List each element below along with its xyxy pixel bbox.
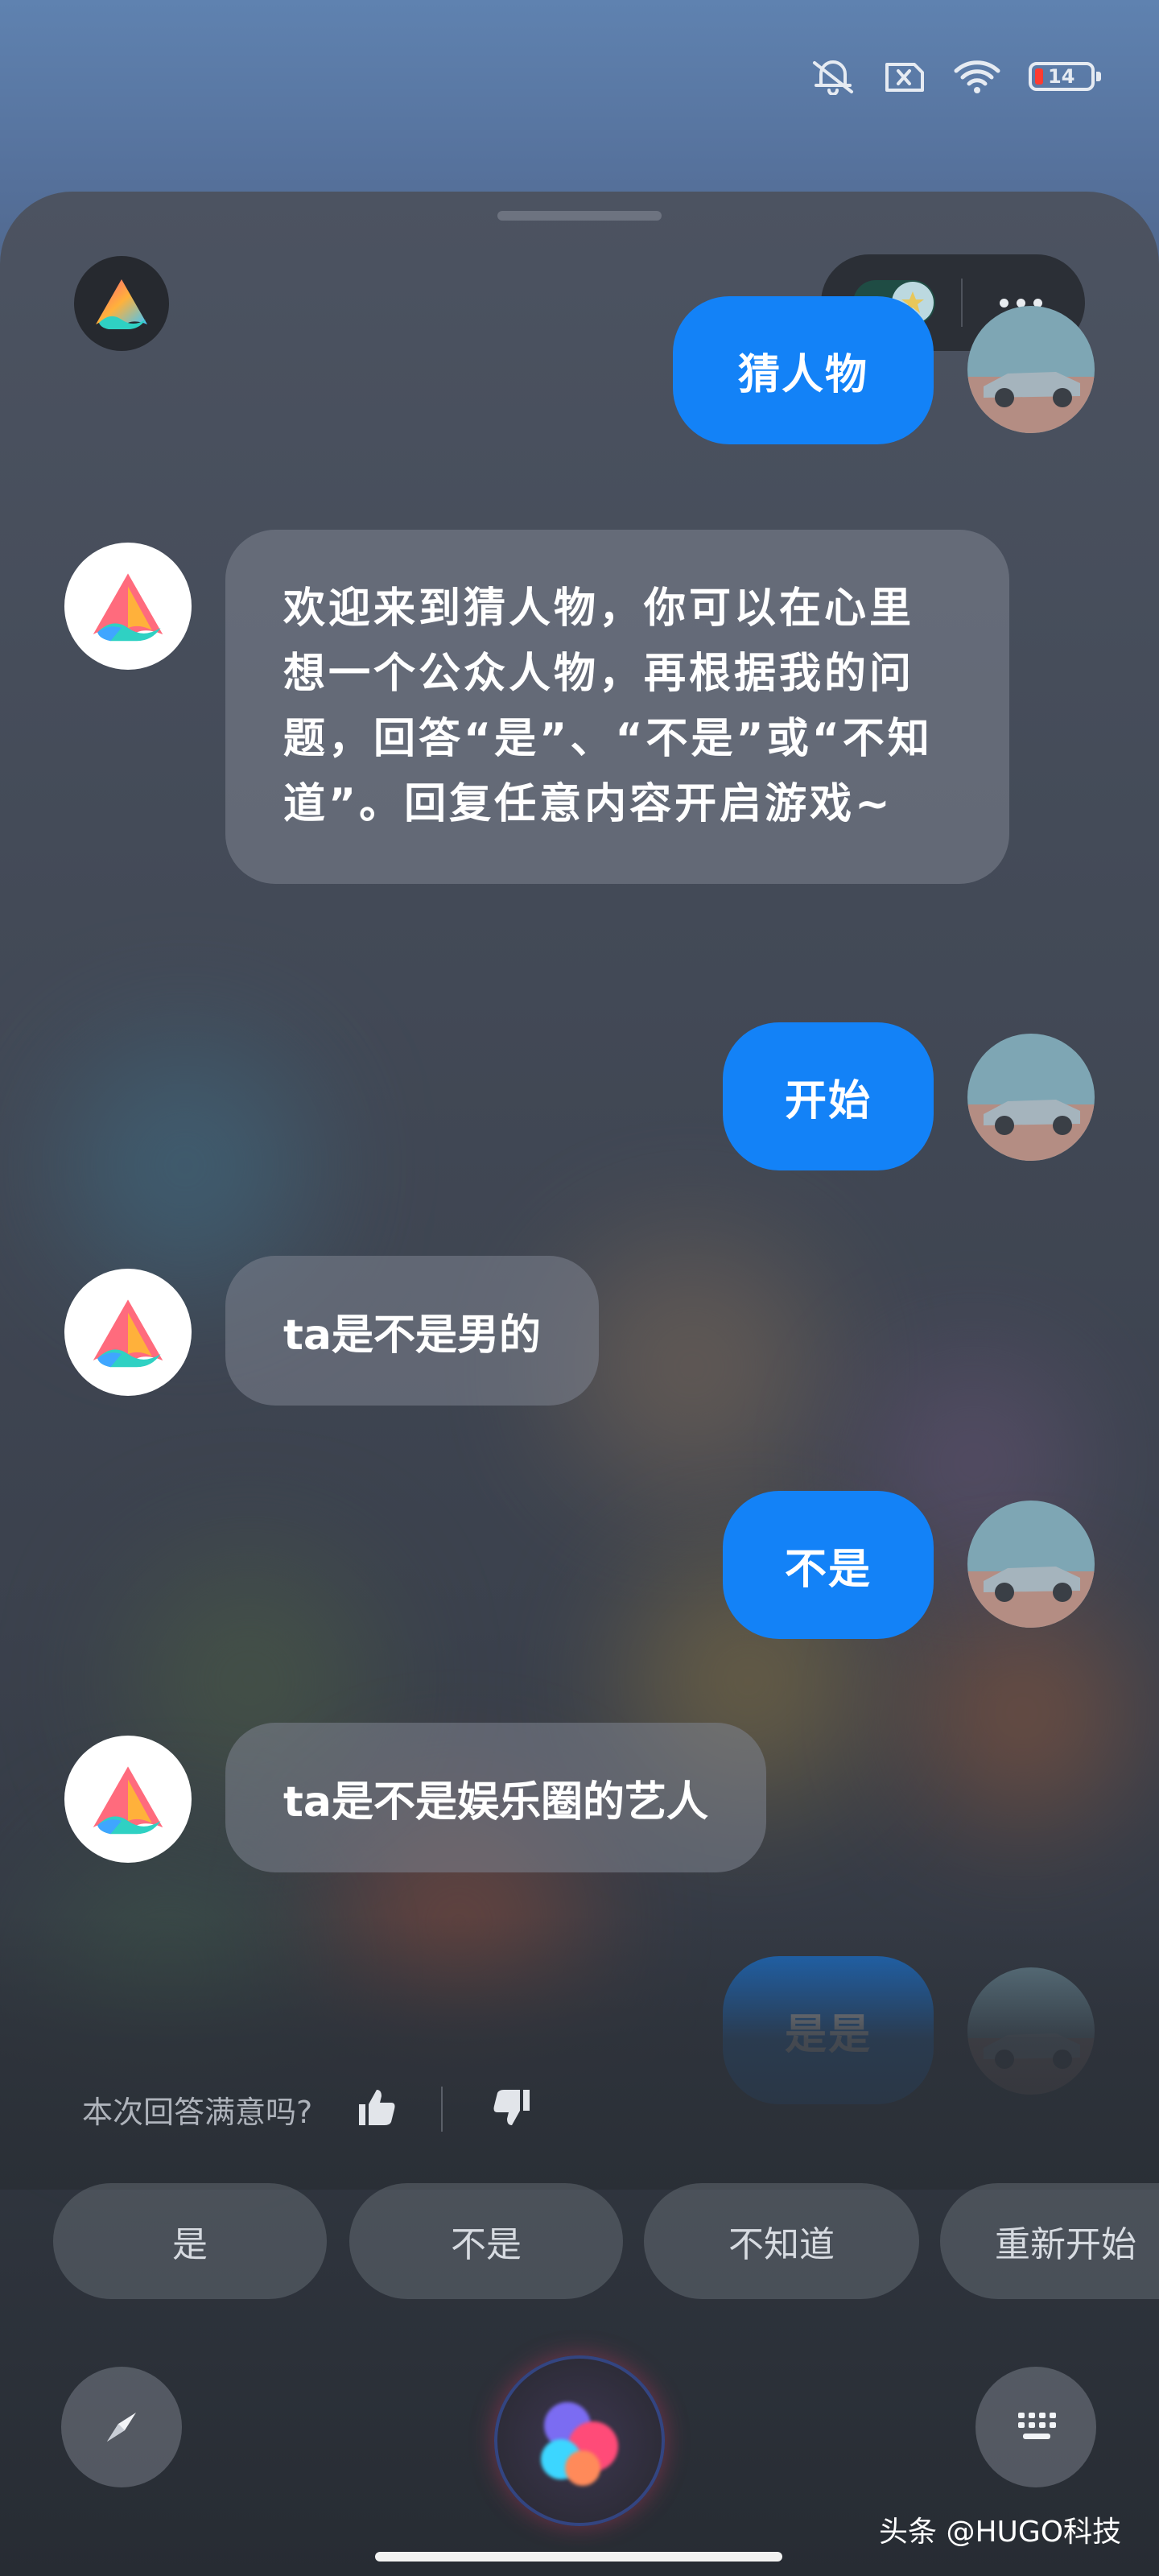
assistant-avatar <box>64 543 192 670</box>
quick-reply-yes[interactable]: 是 <box>53 2183 327 2299</box>
keyboard-icon <box>1018 2413 1056 2439</box>
quick-reply-restart-label: 重新开始 <box>995 2224 1136 2265</box>
battery-nub <box>1096 72 1101 81</box>
app-logo[interactable] <box>74 256 169 351</box>
ai-assistant-logo <box>93 1766 163 1835</box>
assistant-avatar <box>64 1269 192 1396</box>
pill-divider <box>961 279 963 327</box>
ai-assistant-logo <box>93 1299 163 1368</box>
assistant-message-bubble: ta是不是娱乐圈的艺人 <box>225 1723 766 1872</box>
status-bar: 14 <box>810 58 1101 95</box>
user-avatar[interactable] <box>967 306 1095 433</box>
background-blur-blob <box>918 1608 1127 1818</box>
wifi-icon <box>953 58 1001 95</box>
background-blur-blob <box>64 1045 306 1286</box>
drag-handle[interactable] <box>497 211 662 221</box>
user-avatar[interactable] <box>967 1501 1095 1628</box>
user-message-bubble: 不是 <box>723 1491 934 1639</box>
feedback-row: 本次回答满意吗? <box>82 2080 533 2138</box>
watermark-text: 头条 @HUGO科技 <box>879 2516 1122 2549</box>
compass-icon <box>107 2413 136 2442</box>
feedback-question: 本次回答满意吗? <box>82 2094 313 2130</box>
ai-assistant-logo <box>93 573 163 642</box>
battery-fill <box>1035 68 1043 85</box>
ai-assistant-logo <box>96 279 147 329</box>
quick-reply-no[interactable]: 不是 <box>349 2183 623 2299</box>
thumbs-down-icon[interactable] <box>491 2087 533 2132</box>
feedback-divider <box>441 2087 443 2132</box>
battery-icon: 14 <box>1029 62 1101 91</box>
user-message-bubble: 开始 <box>723 1022 934 1170</box>
assistant-message-bubble: ta是不是男的 <box>225 1256 599 1406</box>
user-avatar[interactable] <box>967 1034 1095 1161</box>
scroll-fade-overlay <box>0 1916 1159 2190</box>
keyboard-button[interactable] <box>975 2367 1096 2487</box>
quick-reply-dont-know[interactable]: 不知道 <box>644 2183 919 2299</box>
battery-level: 14 <box>1048 65 1075 88</box>
explore-button[interactable] <box>61 2367 182 2487</box>
user-message-bubble: 猜人物 <box>673 296 934 444</box>
assistant-message-bubble: 欢迎来到猜人物，你可以在心里想一个公众人物，再根据我的问题，回答“是”、“不是”… <box>225 530 1009 884</box>
mute-vibrate-icon <box>810 58 856 95</box>
assistant-avatar <box>64 1736 192 1863</box>
voice-orb-icon[interactable] <box>494 2355 665 2526</box>
thumbs-up-icon[interactable] <box>356 2087 398 2132</box>
background-blur-blob <box>563 1238 821 1496</box>
no-sim-icon <box>884 58 926 95</box>
quick-reply-restart[interactable]: 重新开始 <box>940 2183 1159 2299</box>
home-indicator[interactable] <box>375 2552 782 2562</box>
